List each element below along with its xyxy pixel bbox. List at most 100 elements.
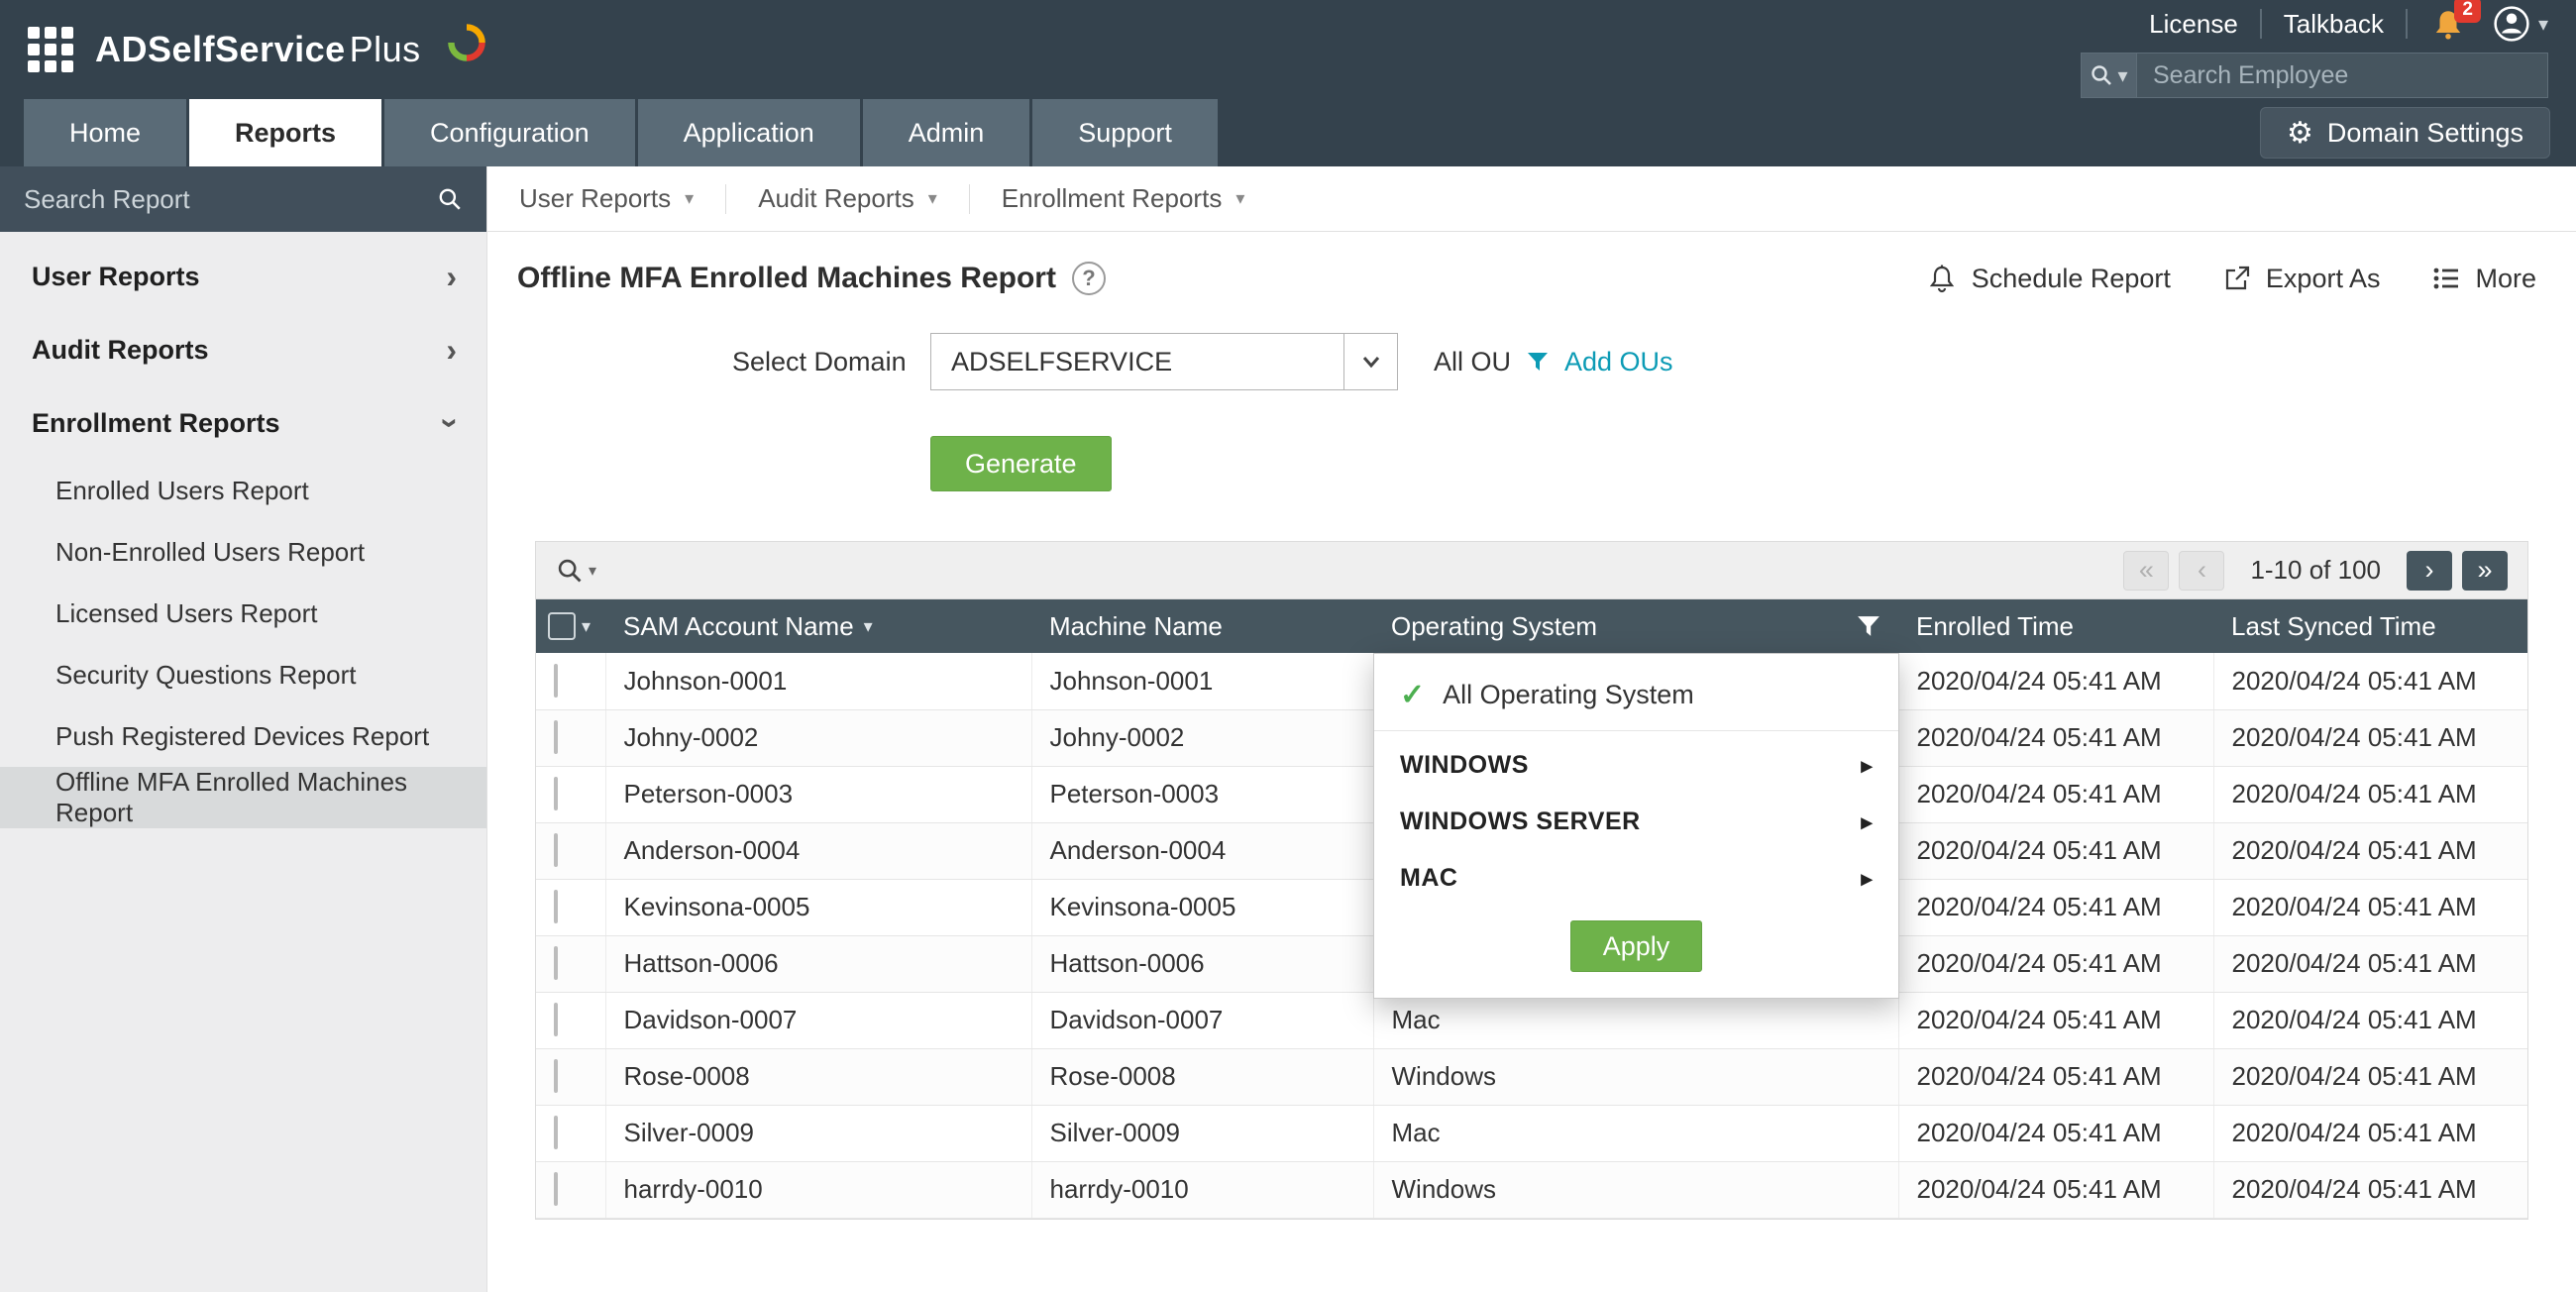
tab-configuration[interactable]: Configuration — [384, 99, 635, 166]
employee-search: ▾ — [2081, 53, 2548, 98]
schedule-report-button[interactable]: Schedule Report — [1926, 263, 2171, 294]
row-checkbox[interactable] — [554, 777, 558, 810]
column-machine-name[interactable]: Machine Name — [1031, 599, 1373, 653]
cell-sam: Kevinsona-0005 — [605, 879, 1031, 935]
tab-support[interactable]: Support — [1032, 99, 1218, 166]
category-audit-reports[interactable]: Audit Reports ▾ — [726, 183, 969, 214]
tab-reports[interactable]: Reports — [189, 99, 381, 166]
cell-synced: 2020/04/24 05:41 AM — [2213, 653, 2527, 709]
brand: ADSelfServicePlus — [28, 27, 488, 72]
license-link[interactable]: License — [2127, 9, 2260, 40]
column-operating-system[interactable]: Operating System — [1373, 599, 1898, 653]
column-sam-account-name[interactable]: SAM Account Name ▾ — [605, 599, 1031, 653]
domain-settings-button[interactable]: ⚙ Domain Settings — [2260, 107, 2550, 159]
os-filter-icon[interactable] — [1857, 614, 1880, 638]
row-checkbox[interactable] — [554, 1116, 558, 1149]
category-user-reports[interactable]: User Reports ▾ — [487, 183, 725, 214]
domain-select[interactable]: ADSELFSERVICE — [930, 333, 1398, 390]
section-label: User Reports — [32, 262, 200, 292]
cell-enrolled: 2020/04/24 05:41 AM — [1898, 709, 2213, 766]
page-title: Offline MFA Enrolled Machines Report — [517, 262, 1056, 295]
sidebar: User Reports › Audit Reports › Enrollmen… — [0, 166, 487, 1292]
category-enrollment-reports[interactable]: Enrollment Reports ▾ — [970, 183, 1277, 214]
app-grid-icon[interactable] — [28, 27, 73, 72]
report-search-input[interactable] — [24, 184, 437, 215]
first-page-button[interactable]: « — [2123, 551, 2169, 591]
gear-icon: ⚙ — [2287, 116, 2313, 151]
sidebar-item-push-registered-devices-report[interactable]: Push Registered Devices Report — [0, 705, 486, 767]
table-row: Rose-0008 Rose-0008 Windows 2020/04/24 0… — [536, 1048, 2527, 1105]
category-label: Audit Reports — [758, 183, 914, 214]
sidebar-list: User Reports › Audit Reports › Enrollmen… — [0, 232, 486, 828]
main-nav: Home Reports Configuration Application A… — [0, 99, 2576, 166]
cell-synced: 2020/04/24 05:41 AM — [2213, 1161, 2527, 1218]
sidebar-item-security-questions-report[interactable]: Security Questions Report — [0, 644, 486, 705]
cell-synced: 2020/04/24 05:41 AM — [2213, 879, 2527, 935]
more-button[interactable]: More — [2431, 264, 2536, 294]
user-avatar[interactable]: ▾ — [2493, 5, 2548, 43]
cell-synced: 2020/04/24 05:41 AM — [2213, 992, 2527, 1048]
column-last-synced-time[interactable]: Last Synced Time — [2213, 599, 2527, 653]
sidebar-item-non-enrolled-users-report[interactable]: Non-Enrolled Users Report — [0, 521, 486, 583]
tab-admin[interactable]: Admin — [863, 99, 1030, 166]
search-caret-icon: ▾ — [2117, 63, 2127, 88]
select-all-checkbox[interactable] — [548, 612, 576, 640]
talkback-link[interactable]: Talkback — [2262, 9, 2406, 40]
cell-machine: Johny-0002 — [1031, 709, 1373, 766]
column-label: SAM Account Name — [623, 611, 854, 642]
apply-row: Apply — [1374, 907, 1898, 998]
employee-search-icon[interactable]: ▾ — [2082, 54, 2137, 97]
sidebar-item-enrolled-users-report[interactable]: Enrolled Users Report — [0, 460, 486, 521]
column-label: Enrolled Time — [1916, 611, 2074, 642]
last-page-button[interactable]: » — [2462, 551, 2508, 591]
export-as-button[interactable]: Export As — [2222, 264, 2381, 294]
cell-sam: Peterson-0003 — [605, 766, 1031, 822]
report-search-icon[interactable] — [437, 186, 463, 212]
os-filter-all-option[interactable]: ✓ All Operating System — [1374, 654, 1898, 730]
domain-form-row: Select Domain ADSELFSERVICE All OU Add O… — [732, 333, 2576, 390]
row-checkbox[interactable] — [554, 890, 558, 923]
row-checkbox[interactable] — [554, 833, 558, 867]
sidebar-item-enrollment-reports[interactable]: Enrollment Reports › — [0, 386, 486, 460]
select-all-header: ▾ — [536, 599, 605, 653]
row-checkbox[interactable] — [554, 946, 558, 980]
cell-synced: 2020/04/24 05:41 AM — [2213, 935, 2527, 992]
notification-bell-icon[interactable]: 2 — [2431, 7, 2465, 41]
sidebar-item-audit-reports[interactable]: Audit Reports › — [0, 313, 486, 386]
generate-button[interactable]: Generate — [930, 436, 1112, 491]
sidebar-item-user-reports[interactable]: User Reports › — [0, 240, 486, 313]
add-ous-link[interactable]: Add OUs — [1564, 347, 1673, 377]
cell-machine: Peterson-0003 — [1031, 766, 1373, 822]
os-filter-option-windows-server[interactable]: WINDOWS SERVER ▸ — [1374, 794, 1898, 850]
employee-search-input[interactable] — [2137, 61, 2547, 90]
table-search-icon[interactable]: ▾ — [556, 557, 596, 585]
cell-enrolled: 2020/04/24 05:41 AM — [1898, 879, 2213, 935]
tab-home[interactable]: Home — [24, 99, 186, 166]
cell-os: Mac — [1373, 992, 1898, 1048]
page-head: Offline MFA Enrolled Machines Report ? S… — [487, 232, 2576, 295]
submenu-arrow-icon: ▸ — [1861, 753, 1873, 779]
row-checkbox[interactable] — [554, 1059, 558, 1093]
row-checkbox[interactable] — [554, 664, 558, 698]
cell-synced: 2020/04/24 05:41 AM — [2213, 766, 2527, 822]
row-checkbox[interactable] — [554, 720, 558, 754]
row-checkbox[interactable] — [554, 1003, 558, 1036]
row-checkbox[interactable] — [554, 1172, 558, 1206]
tab-application[interactable]: Application — [638, 99, 860, 166]
prev-page-button[interactable]: ‹ — [2179, 551, 2224, 591]
cell-os: Mac — [1373, 1105, 1898, 1161]
alarm-icon — [1926, 263, 1958, 294]
category-label: Enrollment Reports — [1002, 183, 1223, 214]
os-filter-option-windows[interactable]: WINDOWS ▸ — [1374, 737, 1898, 794]
os-filter-option-mac[interactable]: MAC ▸ — [1374, 850, 1898, 907]
schedule-report-label: Schedule Report — [1972, 264, 2171, 294]
help-icon[interactable]: ? — [1072, 262, 1106, 295]
column-enrolled-time[interactable]: Enrolled Time — [1898, 599, 2213, 653]
sidebar-item-licensed-users-report[interactable]: Licensed Users Report — [0, 583, 486, 644]
pagination-range: 1-10 of 100 — [2250, 555, 2381, 586]
sidebar-item-offline-mfa-enrolled-machines-report[interactable]: Offline MFA Enrolled Machines Report — [0, 767, 486, 828]
sort-caret-icon: ▾ — [864, 616, 873, 637]
caret-down-icon[interactable]: ▾ — [582, 616, 590, 637]
next-page-button[interactable]: › — [2407, 551, 2452, 591]
apply-button[interactable]: Apply — [1570, 920, 1703, 972]
